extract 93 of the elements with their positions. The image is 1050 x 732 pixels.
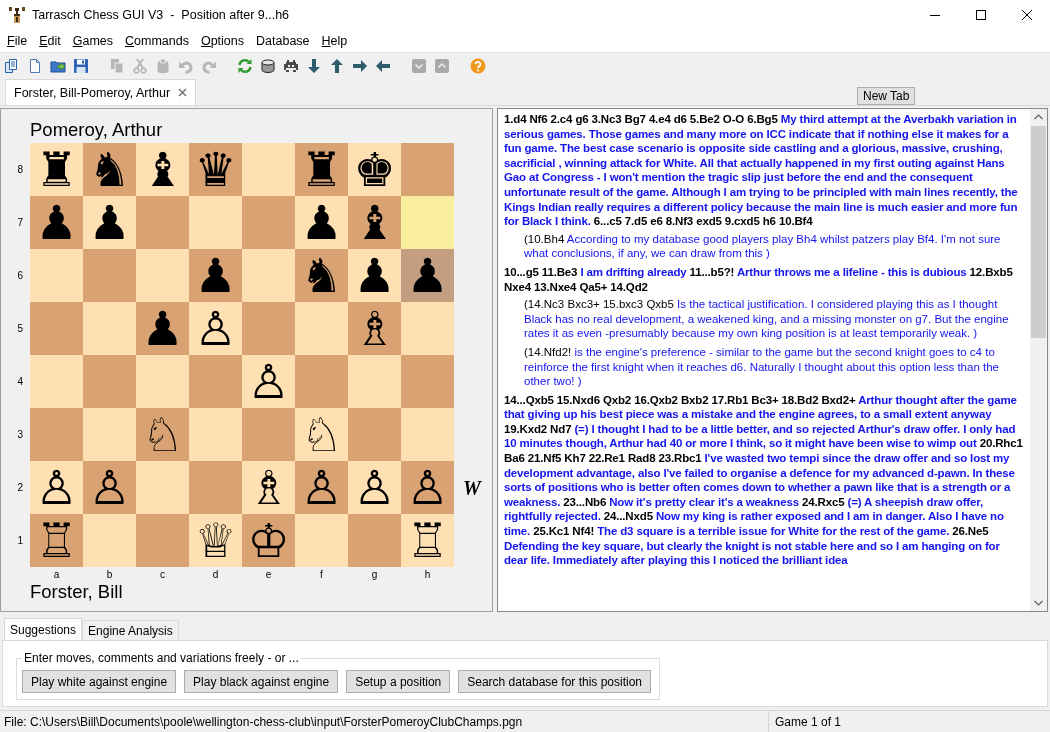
board-square[interactable] <box>295 514 348 567</box>
board-square[interactable] <box>401 302 454 355</box>
file-label: a <box>52 568 61 582</box>
board-square[interactable] <box>189 461 242 514</box>
arrow-up-icon[interactable] <box>329 57 345 74</box>
rank-label: 8 <box>16 163 24 177</box>
board-square[interactable] <box>136 461 189 514</box>
new-tab-button[interactable]: New Tab <box>857 87 916 105</box>
board-square[interactable] <box>348 514 401 567</box>
board-square[interactable] <box>136 196 189 249</box>
highlighted-square[interactable] <box>401 196 454 249</box>
menu-item[interactable]: Edit <box>33 32 67 50</box>
game-tab[interactable]: Forster, Bill-Pomeroy, Arthur <box>5 79 197 105</box>
rank-label: 1 <box>16 534 24 548</box>
board-square[interactable] <box>83 408 136 461</box>
board-square[interactable] <box>83 249 136 302</box>
board-square[interactable] <box>401 355 454 408</box>
rank-label: 2 <box>16 481 24 495</box>
board-square[interactable] <box>136 514 189 567</box>
board-square[interactable] <box>83 514 136 567</box>
rank-label: 6 <box>16 269 24 283</box>
board-square[interactable] <box>30 408 83 461</box>
board-square[interactable] <box>189 355 242 408</box>
suggestion-button[interactable]: Search database for this position <box>458 670 652 693</box>
menu-item[interactable]: Games <box>66 32 119 50</box>
player-name: Forster, Bill <box>30 581 124 604</box>
scrollbar-thumb[interactable] <box>1031 126 1046 338</box>
file-label: d <box>211 568 220 582</box>
save-icon[interactable] <box>73 57 89 74</box>
file-label: e <box>264 568 273 582</box>
board-square[interactable] <box>136 355 189 408</box>
board-square[interactable] <box>242 408 295 461</box>
board-square[interactable] <box>242 249 295 302</box>
invader-icon[interactable] <box>283 57 299 74</box>
file-label: h <box>423 568 432 582</box>
board-square[interactable] <box>189 408 242 461</box>
board-square[interactable] <box>348 408 401 461</box>
board-square[interactable] <box>30 355 83 408</box>
document-icon[interactable] <box>27 57 43 74</box>
suggestion-button[interactable]: Setup a position <box>346 670 451 693</box>
panel-tab[interactable]: Engine Analysis <box>82 620 179 640</box>
board-square[interactable] <box>30 249 83 302</box>
board-square[interactable] <box>242 143 295 196</box>
player-name: Pomeroy, Arthur <box>30 119 164 142</box>
refresh-icon[interactable] <box>237 57 253 74</box>
variation-text: (10.Bh4 According to my database good players play Bh4 whilst patzers play Bf4. I'm not sure what conclusions, if any, we can draw from this ) <box>523 231 1002 261</box>
file-label: c <box>159 568 166 582</box>
board-square[interactable] <box>295 355 348 408</box>
panel-tab[interactable]: Suggestions <box>4 618 83 640</box>
game-count: Game 1 of 1 <box>774 715 842 729</box>
chevron-up-icon[interactable] <box>434 57 450 74</box>
side-to-move: W <box>463 477 481 500</box>
app-logo-icon <box>8 6 26 24</box>
close-icon[interactable] <box>178 88 188 97</box>
board-square[interactable] <box>242 302 295 355</box>
board-square[interactable] <box>30 302 83 355</box>
rank-label: 3 <box>16 428 24 442</box>
rank-label: 7 <box>16 216 24 230</box>
rank-label: 4 <box>16 375 24 389</box>
help-icon[interactable] <box>470 57 486 74</box>
menu-item[interactable]: Options <box>194 32 251 50</box>
game-annotation: 1.d4 Nf6 2.c4 g6 3.Nc3 Bg7 4.e4 d6 5.Be2 O-O 6.Bg5 My third attempt at the Averbakh variation in serious games. Those games and many more on ICC indicate that if nothing else it makes for a fun game. The best case scenario is opposite side castling and a glorious, massive, crushing, sacrificial , winning attack for White. All that actually happened in my first outing against Hans Gao at Congress - I won't mention the tragic slip just before the end and the consequent unfortunate result of the game. Although I am trying to be principled with main lines recently, the Kings Indian really requires a different policy because the main line is much easier and more fun for Black I think. 6...c5 7.d5 e6 8.Nf3 exd5 9.cxd5 h6 10.Bf4 <box>504 112 1019 229</box>
file-path: File: C:\Users\Bill\Documents\poole\wellington-chess-club\input\ForsterPomeroyClubChamps.pgn <box>0 711 769 732</box>
suggestion-button[interactable]: Play black against engine <box>184 670 339 693</box>
pages-icon[interactable] <box>4 57 20 74</box>
group-label: Enter moves, comments and variations freely - or ... <box>23 651 300 665</box>
suggestion-button[interactable]: Play white against engine <box>22 670 177 693</box>
board-square[interactable] <box>401 408 454 461</box>
file-label: f <box>319 568 324 582</box>
window-title: Tarrasch Chess GUI V3 - Position after 9...h6 <box>32 8 291 22</box>
board-square[interactable] <box>83 302 136 355</box>
menu-item[interactable]: Commands <box>119 32 195 50</box>
board-square[interactable] <box>136 249 189 302</box>
arrow-down-icon[interactable] <box>306 57 322 74</box>
board-square[interactable] <box>189 196 242 249</box>
board-square[interactable] <box>83 355 136 408</box>
board-square[interactable] <box>348 355 401 408</box>
variation-text: (14.Nc3 Bxc3+ 15.bxc3 Qxb5 Is the tactical justification. I considered playing this as I thought Black has no real development, a weakened king, and a missing monster on g7. But the engine rates it as even -presumably because my own king position is at least temporarily weak. ) <box>523 297 1010 341</box>
chevron-down-icon[interactable] <box>411 57 427 74</box>
board-square[interactable] <box>295 302 348 355</box>
variation-text: (14.Nfd2! is the engine's preference - similar to the game but the second knight goes to c4 to reinforce the first knight when it reaches d6. Naturally I thought about this option less than the other two! ) <box>523 344 1000 389</box>
file-label: b <box>105 568 114 582</box>
menu-item[interactable]: File <box>1 32 34 50</box>
game-annotation: 14...Qxb5 15.Nxd6 Qxb2 16.Qxb2 Bxb2 17.Rb1 Bc3+ 18.Bd2 Bxd2+ Arthur thought after the game that giving up his best piece was a mistake and the engine agrees, to a small extent anyway 19.Kxd2 Nd7 (=) I thought I had to be a little better, and so rejected Arthur's draw offer. I only had 10 minutes though, Arthur had 40 or more I think, so it might have been wise to wimp out 20.Rhc1 Ba6 21.Nf5 Kh7 22.Re1 Rad8 23.Rbc1 I've wasted two tempi since the draw offer and so lost my development advantage, also I've failed to organise a defence for my advanced d-pawn. In these sorts of positions who is better often comes down to whether a pawn like that is a strength or a weakness. 23...Nb6 Now it's pretty clear it's a weakness 24.Rxc5 (=) A sheepish draw offer, rightfully rejected. 24...Nxd5 Now my king is rather exposed and I am in danger. Also I have no time. 25.Kc1 Nf4! The d3 square is a terrible issue for White for the rest of the game. 26.Ne5 Defending the key square, but clearly the knight is not stable here and so I am hanging on for dear life. Immediately after playing this I noticed the brilliant idea <box>504 392 1024 568</box>
rank-label: 5 <box>16 322 24 336</box>
menu-item[interactable]: Help <box>315 32 354 50</box>
file-label: g <box>370 568 379 582</box>
menu-item[interactable]: Database <box>250 32 316 50</box>
arrow-right-icon[interactable] <box>352 57 368 74</box>
game-annotation: 10...g5 11.Be3 I am drifting already 11...b5?! Arthur throws me a lifeline - this is dubious 12.Bxb5 Nxe4 13.Nxe4 Qa5+ 14.Qd2 <box>504 264 1014 295</box>
cylinder-icon[interactable] <box>260 57 276 74</box>
board-square[interactable] <box>242 196 295 249</box>
board-square[interactable] <box>401 143 454 196</box>
